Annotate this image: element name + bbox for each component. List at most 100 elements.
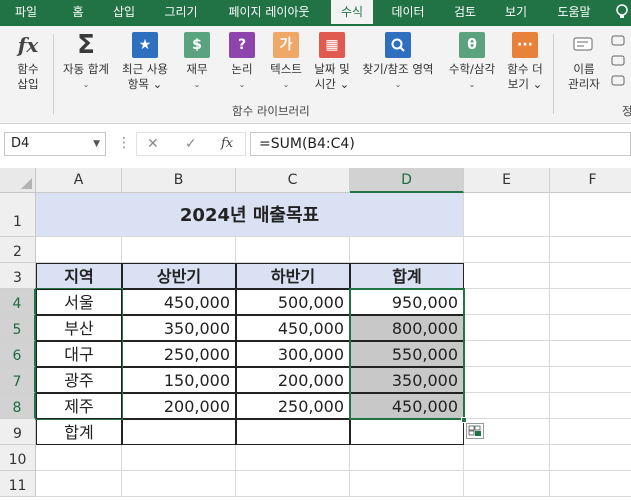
cancel-icon[interactable]: ✕ (147, 133, 159, 155)
tab-draw[interactable]: 그리기 (155, 0, 207, 26)
total-sum-cell[interactable] (350, 419, 464, 445)
star-icon: ★ (132, 32, 158, 58)
lightbulb-icon[interactable] (615, 4, 629, 20)
cell-f1[interactable] (550, 193, 631, 237)
tab-view[interactable]: 보기 (497, 0, 535, 26)
math-trig-button[interactable]: θ 수학/삼각 ⌄ (444, 32, 500, 92)
row-header-9[interactable]: 9 (0, 419, 36, 445)
header-total[interactable]: 합계 (350, 263, 464, 289)
text-button[interactable]: 가 텍스트 ⌄ (266, 32, 306, 92)
tab-home[interactable]: 홈 (60, 0, 96, 26)
tab-data[interactable]: 데이터 (383, 0, 433, 26)
row-header-6[interactable]: 6 (0, 341, 36, 367)
autosum-button[interactable]: Σ 자동 합계 ⌄ (58, 32, 114, 92)
row-header-5[interactable]: 5 (0, 315, 36, 341)
define-name-icons[interactable] (611, 34, 625, 94)
lookup-icon (385, 32, 411, 58)
table-row-total[interactable]: 350,000 (350, 367, 464, 393)
table-row-total[interactable]: 800,000 (350, 315, 464, 341)
logic-icon: ? (229, 32, 255, 58)
table-row-h2[interactable]: 450,000 (236, 315, 350, 341)
tab-file[interactable]: 파일 (4, 0, 48, 26)
column-header-c[interactable]: C (236, 168, 350, 193)
cell-d2[interactable] (350, 237, 464, 263)
tab-help[interactable]: 도움말 (548, 0, 600, 26)
table-row-total[interactable]: 950,000 (350, 289, 464, 315)
table-row-total[interactable]: 550,000 (350, 341, 464, 367)
cell-b2[interactable] (122, 237, 236, 263)
header-region[interactable]: 지역 (36, 263, 122, 289)
recently-used-button[interactable]: ★ 최근 사용 항목 ⌄ (117, 32, 173, 92)
column-header-e[interactable]: E (464, 168, 550, 193)
header-h1[interactable]: 상반기 (122, 263, 236, 289)
title-cell[interactable]: 2024년 매출목표 (36, 193, 464, 237)
text-icon: 가 (273, 32, 299, 58)
financial-button[interactable]: $ 재무 ⌄ (180, 32, 214, 92)
table-row-region[interactable]: 대구 (36, 341, 122, 367)
table-row-h1[interactable]: 150,000 (122, 367, 236, 393)
table-row-region[interactable]: 제주 (36, 393, 122, 419)
logical-button[interactable]: ? 논리 ⌄ (225, 32, 259, 92)
tab-formulas[interactable]: 수식 (331, 0, 373, 26)
math-icon: θ (459, 32, 485, 58)
table-row-h2[interactable]: 250,000 (236, 393, 350, 419)
column-header-b[interactable]: B (122, 168, 236, 193)
table-row-h2[interactable]: 200,000 (236, 367, 350, 393)
row-header-11[interactable]: 11 (0, 471, 36, 497)
cell-e1[interactable] (464, 193, 550, 237)
total-h2-cell[interactable] (236, 419, 350, 445)
row-header-10[interactable]: 10 (0, 445, 36, 471)
cell-e3[interactable] (464, 263, 550, 289)
total-h1-cell[interactable] (122, 419, 236, 445)
tab-insert[interactable]: 삽입 (106, 0, 142, 26)
insert-function-icon[interactable]: fx (221, 133, 233, 155)
formula-input[interactable]: =SUM(B4:C4) (250, 132, 631, 156)
row-header-3[interactable]: 3 (0, 263, 36, 289)
insert-function-button[interactable]: fx 함수 삽입 (10, 32, 46, 92)
table-row-h2[interactable]: 300,000 (236, 341, 350, 367)
calendar-icon: ▦ (319, 32, 345, 58)
table-row-h1[interactable]: 200,000 (122, 393, 236, 419)
table-row-region[interactable]: 광주 (36, 367, 122, 393)
row-header-4[interactable]: 4 (0, 289, 36, 315)
table-row-h1[interactable]: 350,000 (122, 315, 236, 341)
row-header-1[interactable]: 1 (0, 193, 36, 237)
row-header-7[interactable]: 7 (0, 367, 36, 393)
table-row-region[interactable]: 서울 (36, 289, 122, 315)
formula-buttons: ✕ ✓ fx (136, 132, 246, 156)
tab-page-layout[interactable]: 페이지 레이아웃 (218, 0, 320, 26)
enter-icon[interactable]: ✓ (185, 133, 197, 155)
table-row-h1[interactable]: 450,000 (122, 289, 236, 315)
name-box[interactable]: D4 ▼ (4, 132, 106, 156)
table-row-h2[interactable]: 500,000 (236, 289, 350, 315)
ribbon-tab-bar: 파일 홈 삽입 그리기 페이지 레이아웃 수식 데이터 검토 보기 도움말 (0, 0, 631, 26)
cell-f2[interactable] (550, 237, 631, 263)
name-manager-button[interactable]: 이름 관리자 (564, 32, 604, 92)
cell-f3[interactable] (550, 263, 631, 289)
row-header-8[interactable]: 8 (0, 393, 36, 419)
cell-e2[interactable] (464, 237, 550, 263)
sigma-icon: Σ (77, 29, 95, 60)
row-header-2[interactable]: 2 (0, 237, 36, 263)
table-row-total[interactable]: 450,000 (350, 393, 464, 419)
column-header-d[interactable]: D (350, 168, 464, 193)
column-header-f[interactable]: F (550, 168, 631, 193)
table-row-region[interactable]: 부산 (36, 315, 122, 341)
table-row-h1[interactable]: 250,000 (122, 341, 236, 367)
cell-c2[interactable] (236, 237, 350, 263)
ribbon-panel: fx 함수 삽입 Σ 자동 합계 ⌄ ★ 최근 사용 항목 ⌄ $ 재무 ⌄ ?… (0, 26, 631, 124)
chevron-down-icon[interactable]: ▼ (93, 133, 100, 155)
more-functions-icon: ··· (512, 32, 538, 58)
worksheet-grid: A B C D E F 1 2 3 4 5 6 7 8 9 10 11 2024… (0, 168, 631, 501)
total-label-cell[interactable]: 합계 (36, 419, 122, 445)
cell-a2[interactable] (36, 237, 122, 263)
select-all-button[interactable] (0, 168, 36, 193)
tab-review[interactable]: 검토 (446, 0, 484, 26)
more-functions-button[interactable]: ··· 함수 더 보기 ⌄ (503, 32, 547, 92)
lookup-reference-button[interactable]: 찾기/참조 영역 ⌄ (356, 32, 440, 92)
date-time-button[interactable]: ▦ 날짜 및 시간 ⌄ (309, 32, 355, 92)
quick-analysis-icon[interactable] (466, 423, 484, 439)
header-h2[interactable]: 하반기 (236, 263, 350, 289)
column-header-a[interactable]: A (36, 168, 122, 193)
defined-names-group-label: 정 (622, 104, 631, 118)
